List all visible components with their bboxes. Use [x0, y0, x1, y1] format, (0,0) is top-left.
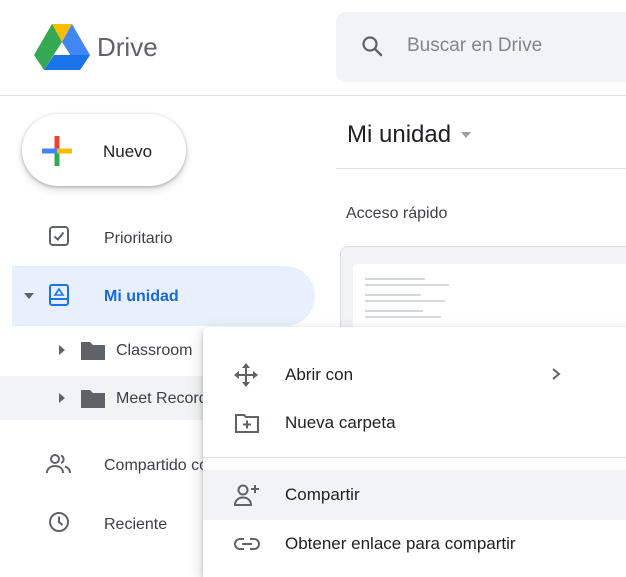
- chevron-right-icon: [552, 368, 561, 380]
- priority-check-icon: [49, 226, 69, 246]
- shared-people-icon: [46, 454, 71, 474]
- menu-item-compartir[interactable]: Compartir: [285, 484, 360, 506]
- caret-right-icon[interactable]: [58, 392, 66, 404]
- menu-item-nueva-carpeta[interactable]: Nueva carpeta: [285, 412, 396, 434]
- sidebar-item-prioritario[interactable]: Prioritario: [104, 229, 172, 249]
- sidebar-item-reciente[interactable]: Reciente: [104, 515, 167, 535]
- brand-name: Drive: [97, 32, 158, 62]
- chevron-down-icon[interactable]: [460, 130, 472, 140]
- title-divider: [336, 168, 626, 169]
- move-arrows-icon: [234, 363, 258, 387]
- header-divider: [0, 95, 626, 96]
- my-drive-icon: [49, 284, 69, 306]
- link-icon: [234, 538, 260, 550]
- folder-icon: [81, 342, 105, 360]
- caret-down-icon[interactable]: [23, 291, 35, 301]
- sidebar-item-label: Mi unidad: [104, 288, 179, 305]
- folder-meet-recordings[interactable]: Meet Recordings: [116, 389, 203, 409]
- clock-icon: [49, 512, 69, 532]
- folder-icon: [81, 390, 105, 408]
- plus-icon: [42, 136, 72, 166]
- drive-logo-icon[interactable]: [34, 24, 90, 70]
- quick-access-heading: Acceso rápido: [346, 205, 448, 222]
- folder-classroom[interactable]: Classroom: [116, 341, 192, 361]
- sidebar-item-compartido[interactable]: Compartido conmigo: [104, 456, 203, 476]
- menu-item-abrir-con[interactable]: Abrir con: [285, 364, 353, 386]
- menu-item-obtener-enlace[interactable]: Obtener enlace para compartir: [285, 533, 516, 555]
- caret-right-icon[interactable]: [58, 344, 66, 356]
- page-title[interactable]: Mi unidad: [347, 120, 451, 150]
- search-input[interactable]: Buscar en Drive: [407, 34, 542, 58]
- new-button-label: Nuevo: [103, 142, 153, 161]
- menu-divider: [203, 457, 626, 458]
- menu-item-hover-bg: [203, 470, 626, 520]
- search-icon[interactable]: [360, 34, 384, 58]
- new-folder-icon: [235, 414, 259, 433]
- share-person-add-icon: [233, 484, 259, 506]
